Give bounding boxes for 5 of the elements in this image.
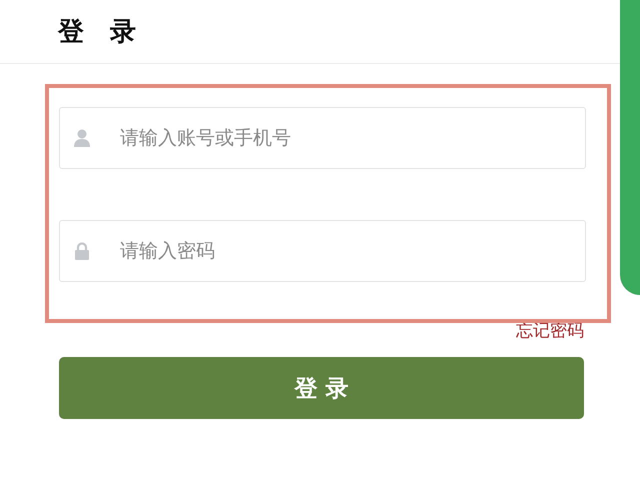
input-field[interactable]: 请输入账号或手机号 — [59, 107, 586, 169]
page-title: 登 录 — [58, 16, 136, 49]
forgot-password-link[interactable]: 忘记密码 — [516, 319, 584, 341]
login-button[interactable]: 登 录 — [59, 357, 584, 419]
input-field[interactable]: 请输入密码 — [59, 220, 586, 282]
